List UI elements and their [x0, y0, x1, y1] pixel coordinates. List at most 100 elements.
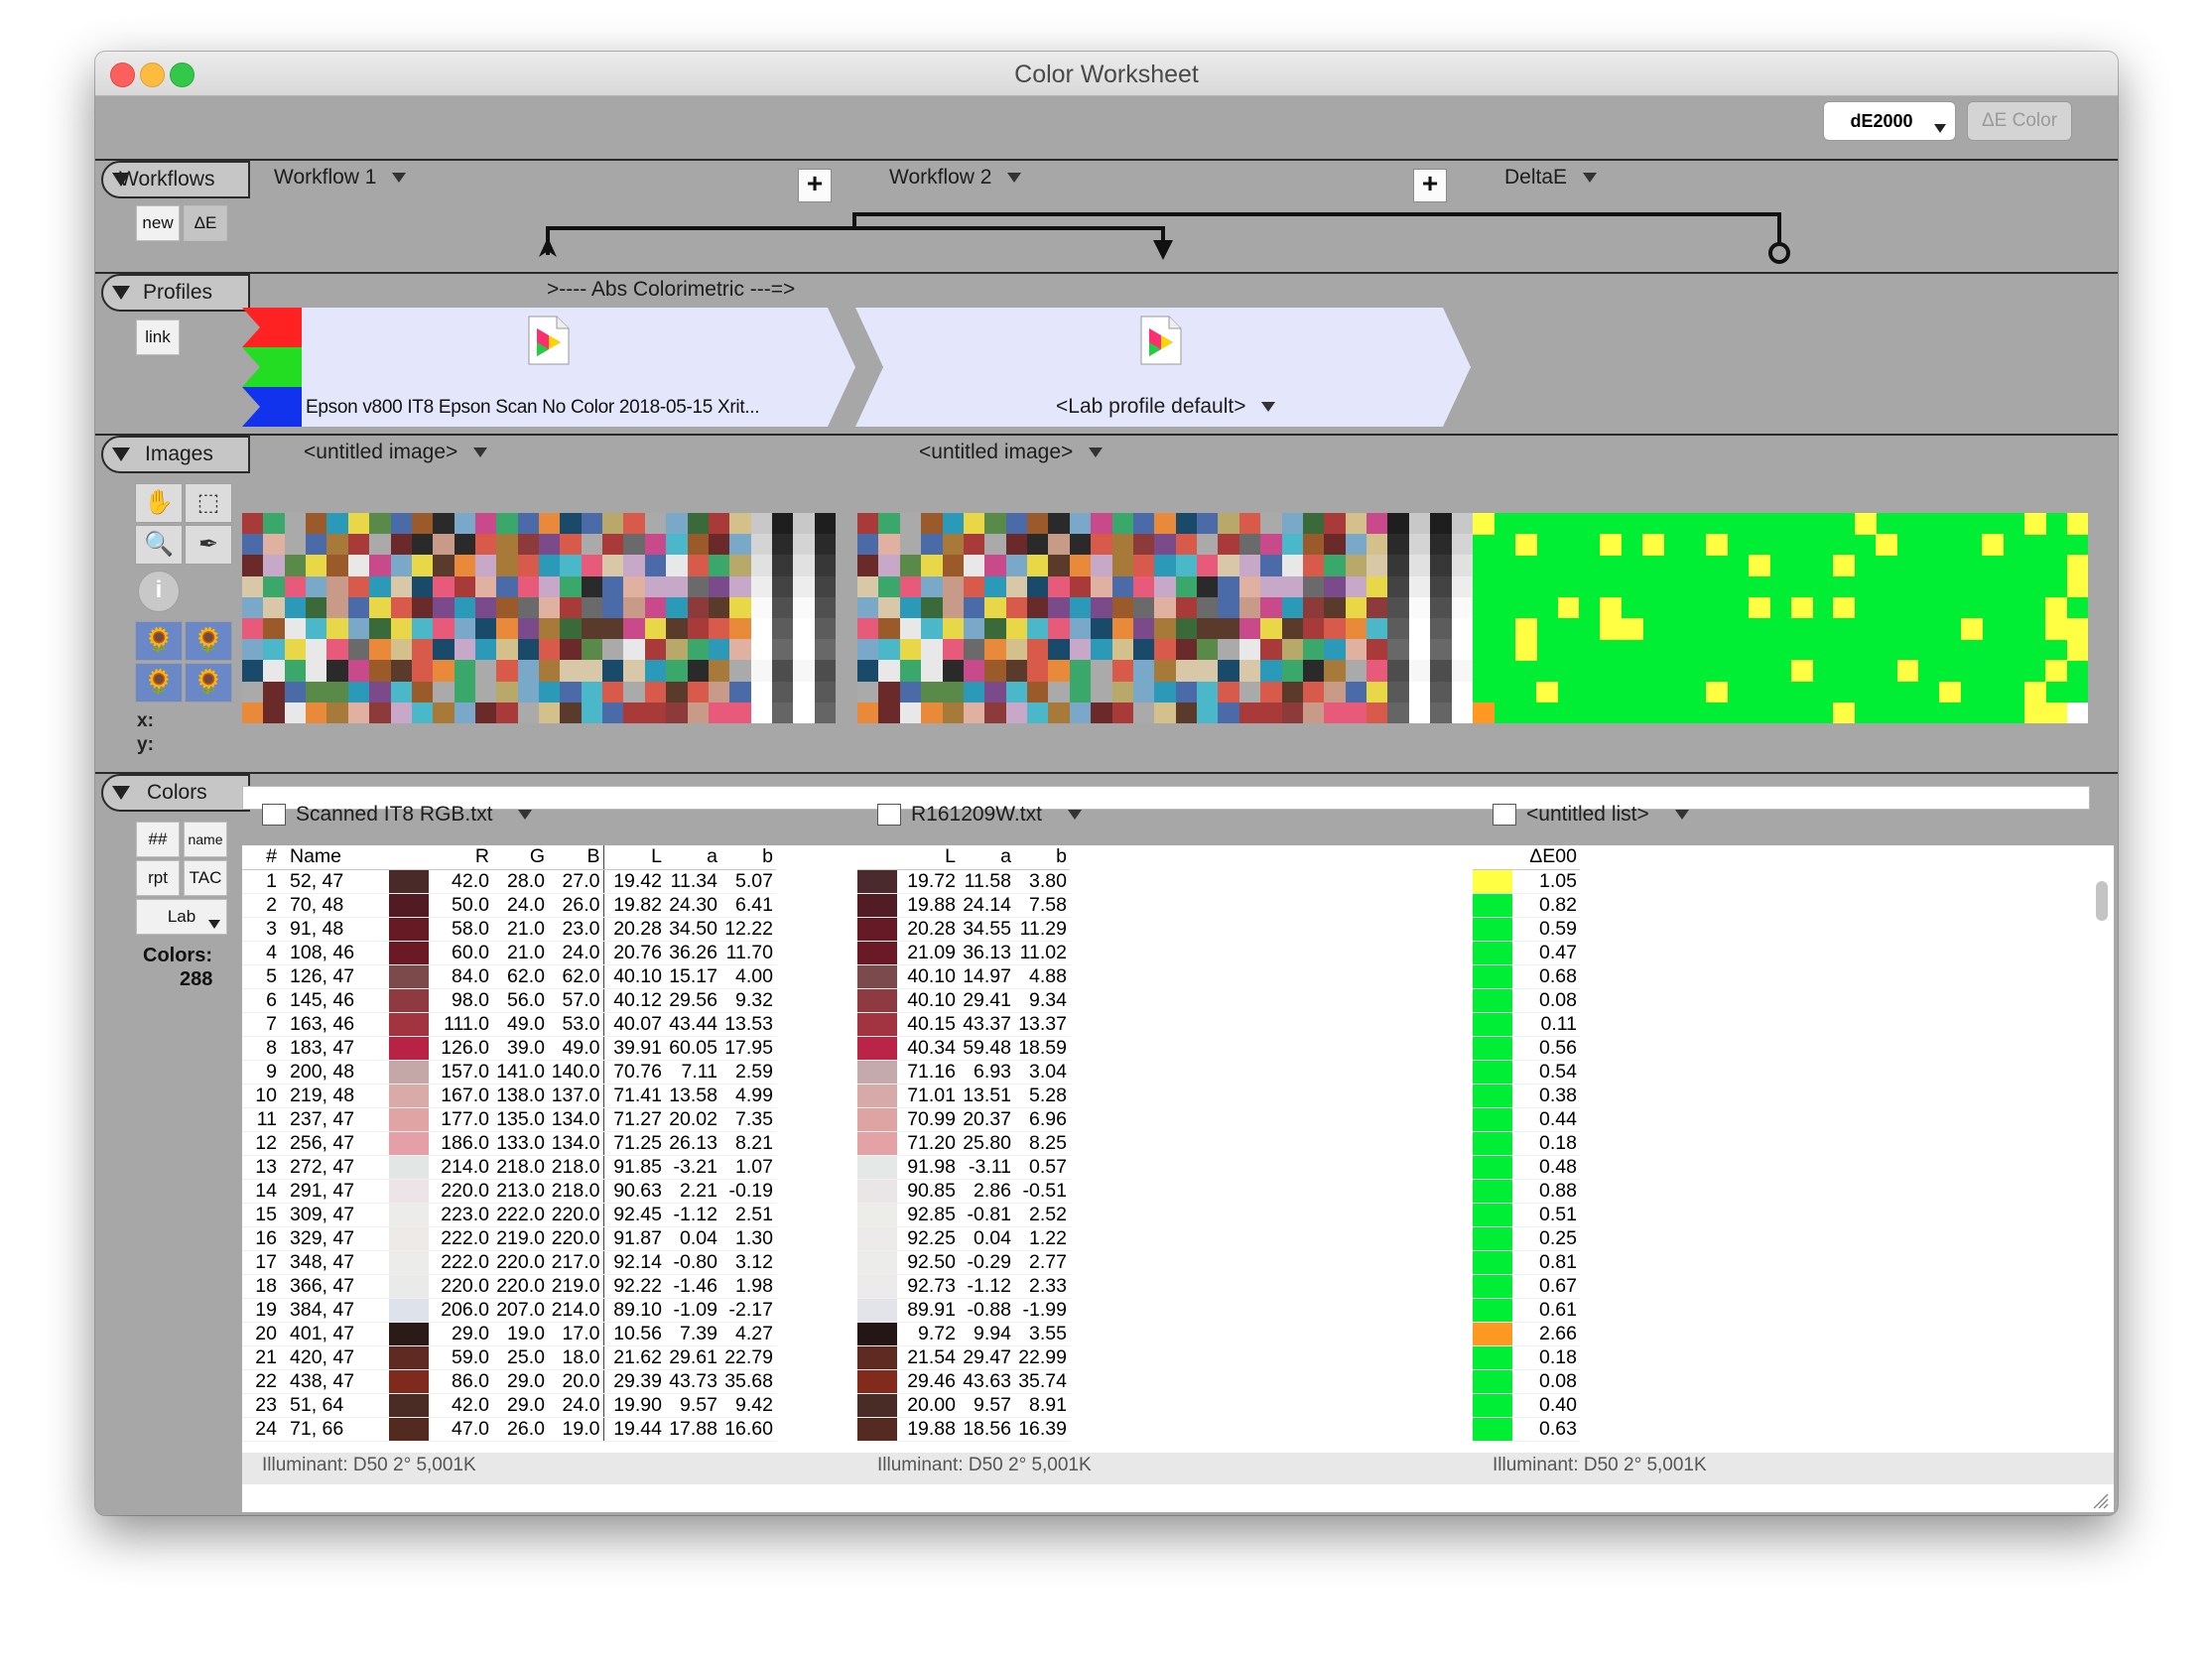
table-row[interactable]: 92.85 -0.81 2.52 — [857, 1203, 1070, 1227]
table-row[interactable]: 92.73 -1.12 2.33 — [857, 1274, 1070, 1299]
delta-e-heatmap[interactable] — [1473, 513, 2089, 724]
image2-dropdown[interactable]: <untitled image> — [919, 441, 1104, 464]
image1-dropdown[interactable]: <untitled image> — [304, 441, 488, 464]
image1-patches[interactable] — [242, 513, 837, 724]
link-button[interactable]: link — [136, 319, 180, 355]
table-row[interactable]: 3 91, 48 58.0 21.0 23.0 20.28 34.50 12.22 — [242, 917, 776, 942]
table-row[interactable]: 40.10 29.41 9.34 — [857, 988, 1070, 1013]
image-view-icon[interactable]: 🌻 — [135, 621, 183, 661]
marquee-tool-icon[interactable]: ⬚ — [185, 483, 232, 523]
table-row[interactable]: 9 200, 48 157.0 141.0 140.0 70.76 7.11 2.59 — [242, 1060, 776, 1085]
table-row[interactable]: 90.85 2.86 -0.51 — [857, 1179, 1070, 1204]
table-row[interactable]: 0.40 — [1473, 1393, 1580, 1418]
table-row[interactable]: 19.72 11.58 3.80 — [857, 869, 1070, 894]
table-row[interactable]: 0.11 — [1473, 1012, 1580, 1037]
table-row[interactable]: 0.44 — [1473, 1107, 1580, 1132]
profile2-dropdown[interactable]: <Lab profile default> — [1056, 395, 1276, 419]
image-view-icon[interactable]: 🌻 — [185, 663, 232, 702]
table-row[interactable]: 1.05 — [1473, 869, 1580, 894]
table-row[interactable]: 24 71, 66 47.0 26.0 19.0 19.44 17.88 16.60 — [242, 1417, 776, 1442]
table-row[interactable]: 0.08 — [1473, 988, 1580, 1013]
table-row[interactable]: 89.91 -0.88 -1.99 — [857, 1298, 1070, 1323]
table-row[interactable]: 71.20 25.80 8.25 — [857, 1131, 1070, 1156]
table-row[interactable]: 0.38 — [1473, 1084, 1580, 1108]
info-icon[interactable]: i — [138, 571, 180, 612]
table-row[interactable]: 18 366, 47 220.0 220.0 219.0 92.22 -1.46 1.98 — [242, 1274, 776, 1299]
list1-dropdown[interactable]: Scanned IT8 RGB.txt — [262, 803, 533, 827]
table-row[interactable]: 1 52, 47 42.0 28.0 27.0 19.42 11.34 5.07 — [242, 869, 776, 894]
zoom-tool-icon[interactable]: 🔍 — [135, 525, 183, 565]
profile1-name[interactable]: Epson v800 IT8 Epson Scan No Color 2018-… — [306, 397, 832, 419]
hand-tool-icon[interactable]: ✋ — [135, 483, 183, 523]
name-toggle-button[interactable]: name — [184, 822, 227, 857]
list2-dropdown[interactable]: R161209W.txt — [877, 803, 1082, 827]
table-row[interactable]: 0.25 — [1473, 1226, 1580, 1251]
table-row[interactable]: 13 272, 47 214.0 218.0 218.0 91.85 -3.21 1.07 — [242, 1155, 776, 1180]
rpt-button[interactable]: rpt — [136, 860, 180, 896]
table-row[interactable]: 9.72 9.94 3.55 — [857, 1322, 1070, 1346]
table-row[interactable]: 5 126, 47 84.0 62.0 62.0 40.10 15.17 4.00 — [242, 964, 776, 989]
image-view-icon[interactable]: 🌻 — [185, 621, 232, 661]
table-row[interactable]: 19.88 24.14 7.58 — [857, 893, 1070, 918]
table-row[interactable]: 0.54 — [1473, 1060, 1580, 1085]
table-row[interactable]: 0.18 — [1473, 1345, 1580, 1370]
colorspace-select[interactable]: Lab — [136, 899, 227, 935]
tac-button[interactable]: TAC — [184, 860, 227, 896]
table-row[interactable]: 29.46 43.63 35.74 — [857, 1369, 1070, 1394]
table-row[interactable]: 8 183, 47 126.0 39.0 49.0 39.91 60.05 17.95 — [242, 1036, 776, 1061]
table-row[interactable]: 15 309, 47 223.0 222.0 220.0 92.45 -1.12 2.51 — [242, 1203, 776, 1227]
table-row[interactable]: 0.81 — [1473, 1250, 1580, 1275]
table-row[interactable]: 20.00 9.57 8.91 — [857, 1393, 1070, 1418]
eyedropper-tool-icon[interactable]: ✒ — [185, 525, 232, 565]
table-row[interactable]: 40.15 43.37 13.37 — [857, 1012, 1070, 1037]
table-row[interactable]: 19 384, 47 206.0 207.0 214.0 89.10 -1.09 -2.17 — [242, 1298, 776, 1323]
table-row[interactable]: 2 70, 48 50.0 24.0 26.0 19.82 24.30 6.41 — [242, 893, 776, 918]
table-row[interactable]: 0.82 — [1473, 893, 1580, 918]
table-row[interactable]: 0.88 — [1473, 1179, 1580, 1204]
table-row[interactable]: 14 291, 47 220.0 213.0 218.0 90.63 2.21 -0.19 — [242, 1179, 776, 1204]
image-view-icon[interactable]: 🌻 — [135, 663, 183, 702]
table-row[interactable]: 7 163, 46 111.0 49.0 53.0 40.07 43.44 13.53 — [242, 1012, 776, 1037]
table-row[interactable]: 16 329, 47 222.0 219.0 220.0 91.87 0.04 1.30 — [242, 1226, 776, 1251]
table-row[interactable]: 20 401, 47 29.0 19.0 17.0 10.56 7.39 4.27 — [242, 1322, 776, 1346]
table-row[interactable]: 19.88 18.56 16.39 — [857, 1417, 1070, 1442]
table-row[interactable]: 71.16 6.93 3.04 — [857, 1060, 1070, 1085]
table-row[interactable]: 0.51 — [1473, 1203, 1580, 1227]
resize-grip-icon[interactable] — [2090, 1490, 2110, 1510]
images-section-toggle[interactable]: Images — [101, 436, 250, 473]
colors-section-toggle[interactable]: Colors — [101, 774, 250, 812]
table-row[interactable]: 4 108, 46 60.0 21.0 24.0 20.76 36.26 11.70 — [242, 941, 776, 965]
table-row[interactable]: 6 145, 46 98.0 56.0 57.0 40.12 29.56 9.32 — [242, 988, 776, 1013]
table-row[interactable]: 22 438, 47 86.0 29.0 20.0 29.39 43.73 35.68 — [242, 1369, 776, 1394]
table-row[interactable]: 70.99 20.37 6.96 — [857, 1107, 1070, 1132]
table-row[interactable]: 21.54 29.47 22.99 — [857, 1345, 1070, 1370]
table-row[interactable]: 2.66 — [1473, 1322, 1580, 1346]
table-row[interactable]: 11 237, 47 177.0 135.0 134.0 71.27 20.02 7.35 — [242, 1107, 776, 1132]
table-row[interactable]: 0.08 — [1473, 1369, 1580, 1394]
table-row[interactable]: 0.63 — [1473, 1417, 1580, 1442]
table-row[interactable]: 0.48 — [1473, 1155, 1580, 1180]
table-row[interactable]: 0.67 — [1473, 1274, 1580, 1299]
table-row[interactable]: 10 219, 48 167.0 138.0 137.0 71.41 13.58 4.99 — [242, 1084, 776, 1108]
table-row[interactable]: 0.59 — [1473, 917, 1580, 942]
table-row[interactable]: 92.50 -0.29 2.77 — [857, 1250, 1070, 1275]
table-row[interactable]: 71.01 13.51 5.28 — [857, 1084, 1070, 1108]
table-row[interactable]: 23 51, 64 42.0 29.0 24.0 19.90 9.57 9.42 — [242, 1393, 776, 1418]
list3-dropdown[interactable]: <untitled list> — [1493, 803, 1689, 827]
table-scrollbar[interactable] — [2096, 881, 2108, 921]
table-row[interactable]: 0.61 — [1473, 1298, 1580, 1323]
table-row[interactable]: 0.18 — [1473, 1131, 1580, 1156]
table-row[interactable]: 0.56 — [1473, 1036, 1580, 1061]
table-row[interactable]: 0.47 — [1473, 941, 1580, 965]
table-row[interactable]: 21.09 36.13 11.02 — [857, 941, 1070, 965]
table-row[interactable]: 21 420, 47 59.0 25.0 18.0 21.62 29.61 22.79 — [242, 1345, 776, 1370]
profiles-section-toggle[interactable]: Profiles — [101, 274, 250, 312]
table-row[interactable]: 0.68 — [1473, 964, 1580, 989]
table-row[interactable]: 40.34 59.48 18.59 — [857, 1036, 1070, 1061]
image2-patches[interactable] — [857, 513, 1474, 724]
table-row[interactable]: 12 256, 47 186.0 133.0 134.0 71.25 26.13 8.21 — [242, 1131, 776, 1156]
number-toggle-button[interactable]: ## — [136, 822, 180, 857]
table-row[interactable]: 92.25 0.04 1.22 — [857, 1226, 1070, 1251]
rendering-intent-label[interactable]: >---- Abs Colorimetric ---=> — [547, 278, 795, 302]
table-row[interactable]: 17 348, 47 222.0 220.0 217.0 92.14 -0.80 3.12 — [242, 1250, 776, 1275]
